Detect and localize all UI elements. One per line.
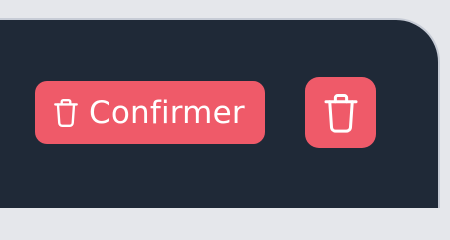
page: Confirmer	[0, 0, 450, 214]
trash-icon	[323, 93, 359, 133]
confirm-button-label: Confirmer	[89, 94, 245, 131]
delete-icon-button[interactable]	[305, 77, 376, 148]
confirm-delete-button[interactable]: Confirmer	[35, 81, 265, 144]
trash-icon	[53, 98, 79, 128]
